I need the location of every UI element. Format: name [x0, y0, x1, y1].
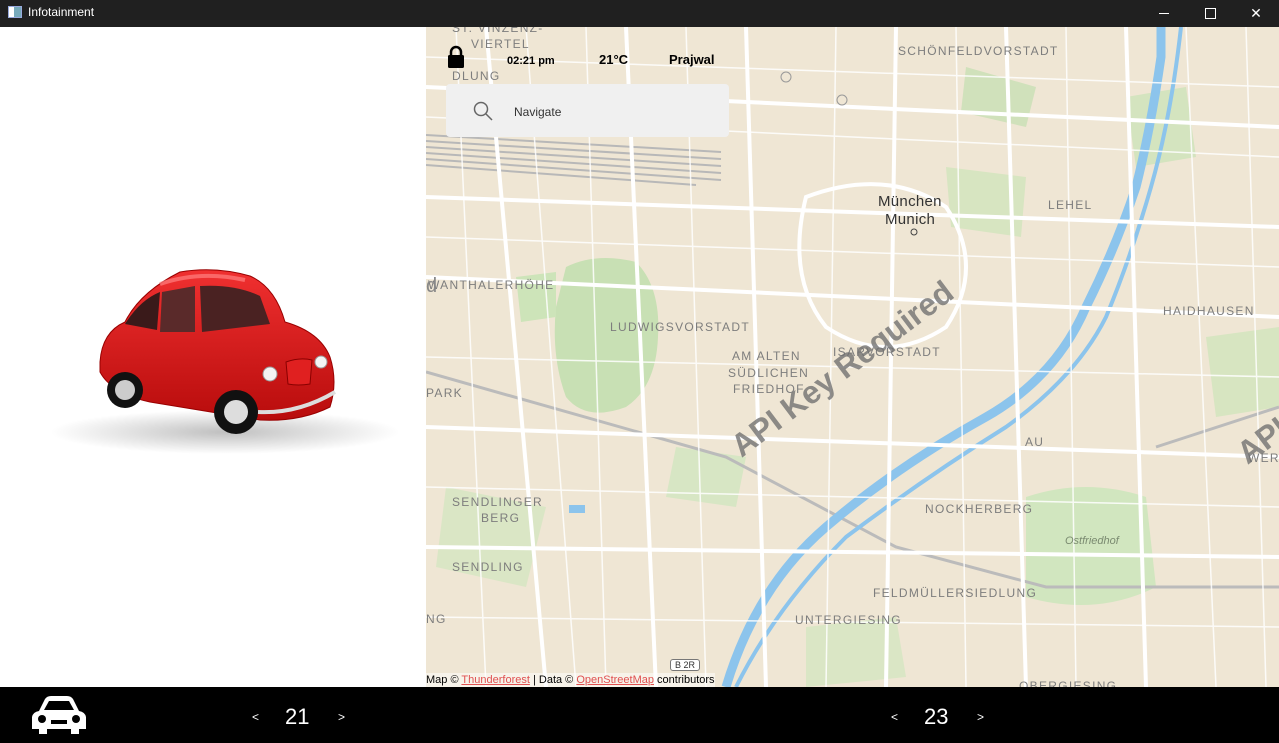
map-label-ostfriedhof: Ostfriedhof: [1065, 535, 1119, 547]
map-view[interactable]: ST. VINZENZ- VIERTEL DLUNG SCHÖNFELDVORS…: [426, 27, 1279, 687]
left-decrease-button[interactable]: <: [252, 710, 259, 724]
map-label-park: PARK: [426, 386, 463, 400]
map-label-st-vinzenz: ST. VINZENZ-: [452, 27, 544, 35]
attribution-suffix: contributors: [654, 674, 715, 686]
map-label-ludwigsvorstadt: LUDWIGSVORSTADT: [610, 320, 750, 334]
car-image: [50, 269, 400, 454]
map-label-obergiesing: OBERGIESING: [1019, 679, 1118, 687]
title-bar: Infotainment ✕: [0, 0, 1279, 27]
map-label-untergiesing: UNTERGIESING: [795, 613, 902, 627]
window-title: Infotainment: [28, 5, 95, 19]
map-label-ng: NG: [426, 612, 447, 626]
map-label-haidhausen: HAIDHAUSEN: [1163, 304, 1255, 318]
map-label-viertel: VIERTEL: [471, 37, 530, 51]
user-name[interactable]: Prajwal: [669, 52, 715, 67]
map-label-muenchen: München: [878, 193, 942, 210]
map-label-suedlichen: SÜDLICHEN: [728, 366, 810, 380]
map-label-dlung: DLUNG: [452, 69, 501, 83]
right-decrease-button[interactable]: <: [891, 710, 898, 724]
openstreetmap-link[interactable]: OpenStreetMap: [576, 674, 654, 686]
map-label-b2r: B 2R: [670, 659, 701, 671]
map-label-sendlinger: SENDLINGER: [452, 495, 544, 509]
attribution-prefix: Map ©: [426, 674, 462, 686]
map-label-munich: Munich: [885, 211, 936, 228]
map-label-sendling: SENDLING: [452, 560, 524, 574]
minimize-button[interactable]: [1141, 0, 1187, 27]
map-label-nockherberg: NOCKHERBERG: [925, 502, 1034, 516]
car-icon[interactable]: [29, 693, 89, 737]
thunderforest-link[interactable]: Thunderforest: [461, 674, 529, 686]
maximize-icon: [1204, 8, 1216, 19]
map-label-lehel: LEHEL: [1048, 198, 1093, 212]
map-label-am-alten: AM ALTEN: [732, 349, 801, 363]
app-icon: [8, 6, 22, 18]
map-label-berg: BERG: [481, 511, 521, 525]
map-attribution: Map © Thunderforest | Data © OpenStreetM…: [426, 673, 715, 687]
navigate-search-box[interactable]: Navigate: [446, 84, 729, 137]
right-increase-button[interactable]: >: [977, 710, 984, 724]
vehicle-panel: [0, 27, 426, 687]
close-button[interactable]: ✕: [1233, 0, 1279, 27]
left-increase-button[interactable]: >: [338, 710, 345, 724]
map-label-au: AU: [1025, 435, 1045, 449]
temperature: 21°C: [599, 52, 629, 67]
map-label-schoenfeldvorstadt: SCHÖNFELDVORSTADT: [898, 44, 1059, 58]
navigate-input[interactable]: Navigate: [514, 105, 561, 119]
map-label-feldmuellersiedlung: FELDMÜLLERSIEDLUNG: [873, 586, 1038, 600]
clock-time: 02:21 pm: [507, 55, 555, 67]
close-icon: ✕: [1250, 5, 1262, 21]
left-temperature-value: 21: [285, 704, 310, 729]
lock-icon[interactable]: [446, 45, 466, 69]
attribution-middle: | Data ©: [529, 674, 577, 686]
search-icon: [473, 101, 493, 121]
maximize-button[interactable]: [1187, 0, 1233, 27]
bottom-control-bar: < 21 > < 23 >: [0, 687, 1279, 743]
map-label-d: d: [426, 275, 439, 297]
minimize-icon: [1159, 13, 1169, 14]
map-label-wanthalerhoehe: WANTHALERHÖHE: [428, 278, 555, 292]
right-temperature-value: 23: [924, 704, 949, 729]
